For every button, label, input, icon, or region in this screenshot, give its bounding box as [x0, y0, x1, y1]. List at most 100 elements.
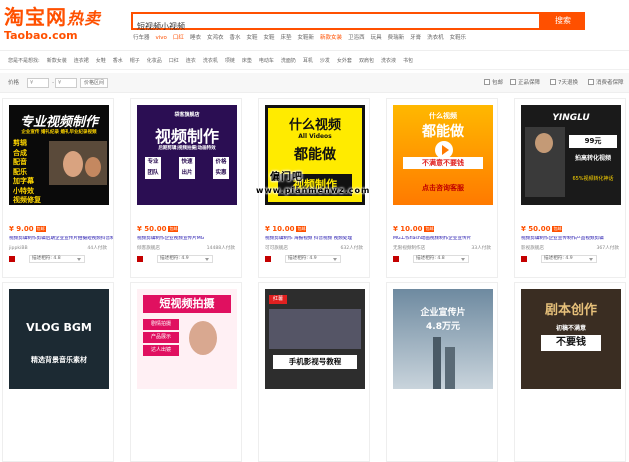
sales-count: 367人付款: [596, 246, 619, 251]
image-caption: 65%视频转化神话: [572, 176, 614, 182]
hot-word-link[interactable]: 女鸿衣: [207, 35, 224, 41]
checkbox-7day-return[interactable]: 7天退换: [550, 79, 578, 87]
image-caption: 都能做: [294, 147, 336, 163]
hot-word-link[interactable]: vivo: [156, 35, 167, 41]
nav-item[interactable]: 香水: [113, 58, 123, 64]
shop-name[interactable]: 无限视频制作店: [393, 246, 425, 252]
product-title[interactable]: 视频剪辑制作企业视频宣传片MG: [137, 236, 241, 242]
hot-word-link[interactable]: 玩具: [371, 35, 382, 41]
sales-count: 33人付款: [471, 246, 491, 251]
hot-word-link[interactable]: 女鞋: [246, 35, 257, 41]
nav-item[interactable]: 耳机: [303, 58, 313, 64]
tmall-icon: [265, 256, 271, 262]
hot-word-link[interactable]: 女鞋: [264, 35, 275, 41]
hot-word-link[interactable]: 行车器: [133, 35, 150, 41]
product-card[interactable]: VLOG BGM 精选背景音乐素材: [2, 282, 114, 462]
product-card[interactable]: 剧本创作 初稿不满意 不要钱: [514, 282, 626, 462]
nav-item[interactable]: 洗衣液: [381, 58, 396, 64]
product-title[interactable]: 视频剪辑制作 海报视频 抖音视频 视频处理: [265, 236, 369, 242]
price-range-button[interactable]: 价格区间: [80, 78, 108, 88]
image-tag: 快速出片: [179, 157, 195, 179]
hot-word-link[interactable]: 新款女装: [320, 35, 342, 41]
taobao-logo[interactable]: 淘宝网热卖 Taobao.com: [4, 6, 124, 46]
image-list-item: 视频修复: [13, 196, 41, 204]
hot-word-link[interactable]: 费瑞新: [388, 35, 405, 41]
product-image[interactable]: 什么视频 都能做 不满意不要钱 点击咨询客服: [393, 105, 493, 205]
image-caption: 都能做: [422, 124, 464, 140]
product-card[interactable]: 企业宣传片 4.8万元: [386, 282, 498, 462]
watermark-url: www.pianmenwz.com: [256, 186, 371, 195]
nav-item[interactable]: 洗衣机: [203, 58, 218, 64]
product-title[interactable]: 视频剪辑制作企业宣传制作产品视频剪辑: [521, 236, 625, 242]
nav-item[interactable]: 口红: [169, 58, 179, 64]
nav-item[interactable]: 连衣裙: [74, 58, 89, 64]
sales-count: 632人付款: [340, 246, 363, 251]
nav-item[interactable]: 项链: [225, 58, 235, 64]
hot-word-link[interactable]: 口红: [173, 35, 184, 41]
image-caption: 点击咨询客服: [422, 184, 464, 192]
image-caption: 后期剪辑|视频拍摄|动画特效: [158, 146, 216, 151]
shop-name[interactable]: 可可旗舰店: [265, 246, 288, 252]
product-image[interactable]: YINGLU 99元 拍高转化视频 65%视频转化神话: [521, 105, 621, 205]
hot-word-link[interactable]: 洗衣机: [427, 35, 444, 41]
price-max-input[interactable]: ¥: [55, 78, 77, 88]
image-list-item: 加字幕: [13, 177, 34, 185]
image-caption: 红薯: [269, 295, 287, 304]
hot-word-link[interactable]: 床垫: [281, 35, 292, 41]
price-min-input[interactable]: ¥: [27, 78, 49, 88]
nav-item[interactable]: 女鞋: [96, 58, 106, 64]
nav-item[interactable]: 连衣: [186, 58, 196, 64]
product-image[interactable]: 红薯 手机影视号教程: [265, 289, 365, 389]
nav-item[interactable]: 帽子: [130, 58, 140, 64]
nav-item[interactable]: 电动车: [259, 58, 274, 64]
checkbox-consumer-protect[interactable]: 消费者保障: [588, 79, 624, 87]
product-title[interactable]: MG工作flash动画视频制作企业宣传片: [393, 236, 497, 242]
nav-item[interactable]: 女外套: [337, 58, 352, 64]
rating-dropdown[interactable]: 描述相符: 4.9: [541, 255, 597, 263]
rating-dropdown[interactable]: 描述相符: 4.9: [157, 255, 213, 263]
product-image[interactable]: 袋客旗舰店 视频制作 后期剪辑|视频拍摄|动画特效 专业团队 快速出片 价格实惠: [137, 105, 237, 205]
shop-name[interactable]: 倾客旗舰店: [137, 246, 160, 252]
nav-item[interactable]: 沙发: [320, 58, 330, 64]
hot-word-link[interactable]: 香水: [229, 35, 240, 41]
search-input[interactable]: [133, 19, 539, 34]
checkbox-free-shipping[interactable]: 包邮: [484, 79, 503, 87]
product-card[interactable]: YINGLU 99元 拍高转化视频 65%视频转化神话 ¥ 50.00 包邮 视频…: [514, 98, 626, 278]
rating-dropdown[interactable]: 描述相符: 4.8: [413, 255, 469, 263]
rating-dropdown[interactable]: 描述相符: 4.8: [29, 255, 85, 263]
nav-item[interactable]: 双肩包: [359, 58, 374, 64]
shop-name[interactable]: 影视旗舰店: [521, 246, 544, 252]
checkbox-genuine[interactable]: 正品保障: [510, 79, 540, 87]
hot-word-link[interactable]: 牙膏: [410, 35, 421, 41]
checkbox-icon: [550, 79, 556, 85]
product-image[interactable]: 剧本创作 初稿不满意 不要钱: [521, 289, 621, 389]
hot-word-link[interactable]: 女鞋新: [298, 35, 315, 41]
rating-dropdown[interactable]: 描述相符: 4.9: [285, 255, 341, 263]
nav-item[interactable]: 床垫: [242, 58, 252, 64]
hot-word-link[interactable]: 卫浴西: [348, 35, 365, 41]
product-title[interactable]: 视频剪辑制作剪辑后期企业宣传片拍摄短视频抖音制作配音剪辑: [9, 236, 113, 242]
image-tags: 剧情拍摄 产品展示 达人出镜: [143, 319, 179, 356]
nav-item[interactable]: 新款女装: [47, 58, 67, 64]
suggestion-nav: 您是不是想找: 新款女装 连衣裙 女鞋 香水 帽子 化妆品 口红 连衣 洗衣机 项链 床垫 电动车 洗面奶…: [8, 56, 420, 66]
product-card[interactable]: 什么视频 都能做 不满意不要钱 点击咨询客服 ¥ 10.00 包邮 MG工作fla…: [386, 98, 498, 278]
product-image[interactable]: 专业视频制作 企业宣传 婚礼纪录 婚礼毕业纪录视频 剪辑 合成 配音 配乐 加字幕 小特效…: [9, 105, 109, 205]
hot-words: 行车器 vivo 口红 睡衣 女鸿衣 香水 女鞋 女鞋 床垫 女鞋新 新款女装 卫浴西 玩具 费瑞新 牙膏洗…: [133, 33, 472, 43]
image-caption: VLOG BGM: [26, 321, 92, 334]
product-card[interactable]: 专业视频制作 企业宣传 婚礼纪录 婚礼毕业纪录视频 剪辑 合成 配音 配乐 加字幕 小特效…: [2, 98, 114, 278]
search-button[interactable]: 搜索: [541, 12, 585, 30]
shop-name[interactable]: jippkiBB: [9, 246, 28, 252]
nav-item[interactable]: 洗面奶: [281, 58, 296, 64]
hot-word-link[interactable]: 睡衣: [190, 35, 201, 41]
product-card[interactable]: 短视频拍摄 剧情拍摄 产品展示 达人出镜: [130, 282, 242, 462]
hot-word-link[interactable]: 女鞋乐: [450, 35, 467, 41]
product-image[interactable]: 短视频拍摄 剧情拍摄 产品展示 达人出镜: [137, 289, 237, 389]
product-card[interactable]: 红薯 手机影视号教程: [258, 282, 370, 462]
image-caption: 99元: [569, 135, 617, 148]
nav-item[interactable]: 化妆品: [147, 58, 162, 64]
nav-item[interactable]: 书包: [403, 58, 413, 64]
tmall-icon: [137, 256, 143, 262]
product-image[interactable]: 企业宣传片 4.8万元: [393, 289, 493, 389]
product-image[interactable]: VLOG BGM 精选背景音乐素材: [9, 289, 109, 389]
product-card[interactable]: 袋客旗舰店 视频制作 后期剪辑|视频拍摄|动画特效 专业团队 快速出片 价格实惠…: [130, 98, 242, 278]
